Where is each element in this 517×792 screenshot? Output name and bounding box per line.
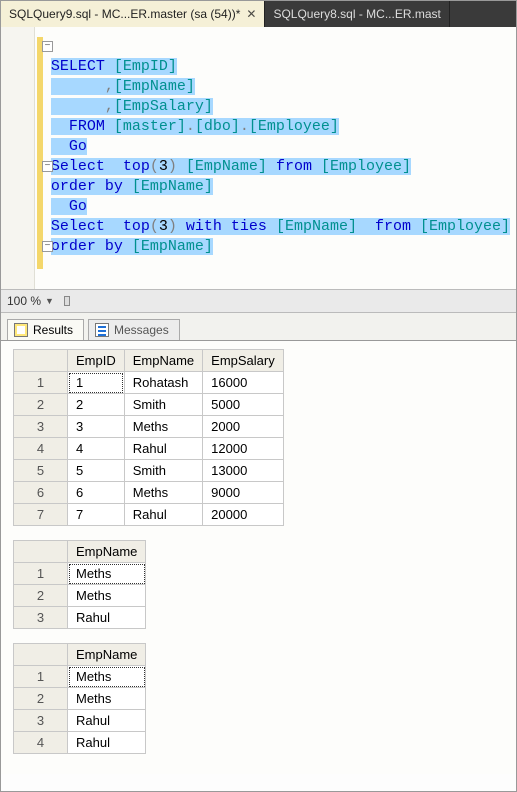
col-header[interactable]: EmpName [68,644,146,666]
cell[interactable]: 4 [68,438,125,460]
row-number: 2 [14,585,68,607]
zoom-bar: 100 % ▼ [1,289,516,313]
cell[interactable]: 5 [68,460,125,482]
col-header[interactable]: EmpSalary [203,350,284,372]
cell[interactable]: Meths [68,688,146,710]
chevron-down-icon[interactable]: ▼ [45,296,54,306]
row-number: 1 [14,563,68,585]
results-tab-bar: Results Messages [1,313,516,341]
code-area[interactable]: SELECT [EmpID] ,[EmpName] ,[EmpSalary] F… [35,27,516,289]
table-row[interactable]: 2Meths [14,585,146,607]
fold-icon[interactable]: − [42,161,53,172]
tab-label: Messages [114,323,169,337]
header-row: EmpName [14,644,146,666]
row-number: 1 [14,666,68,688]
table-row[interactable]: 3Rahul [14,607,146,629]
header-row: EmpName [14,541,146,563]
result-grid-3[interactable]: EmpName 1Meths 2Meths 3Rahul 4Rahul [13,643,146,754]
fold-icon[interactable]: − [42,41,53,52]
editor-gutter [1,27,35,289]
change-indicator [37,37,43,269]
table-row[interactable]: 2Meths [14,688,146,710]
cell[interactable]: 3 [68,416,125,438]
row-number: 3 [14,710,68,732]
cell[interactable]: Meths [68,666,146,688]
col-header[interactable]: EmpID [68,350,125,372]
results-pane[interactable]: EmpID EmpName EmpSalary 11Rohatash16000 … [1,341,516,774]
corner-cell [14,644,68,666]
row-number: 6 [14,482,68,504]
row-number: 2 [14,688,68,710]
messages-icon [95,323,109,337]
cell[interactable]: Rahul [124,504,202,526]
cell[interactable]: Rohatash [124,372,202,394]
tab-label: Results [33,323,73,337]
corner-cell [14,350,68,372]
cell[interactable]: 12000 [203,438,284,460]
table-row[interactable]: 44Rahul12000 [14,438,284,460]
table-row[interactable]: 3Rahul [14,710,146,732]
grid-icon [14,323,28,337]
file-tab-inactive[interactable]: SQLQuery8.sql - MC...ER.mast [265,1,449,27]
row-number: 3 [14,416,68,438]
scroll-left-icon[interactable] [64,296,70,306]
table-row[interactable]: 1Meths [14,563,146,585]
row-number: 5 [14,460,68,482]
cell[interactable]: 5000 [203,394,284,416]
cell[interactable]: 6 [68,482,125,504]
table-row[interactable]: 11Rohatash16000 [14,372,284,394]
col-header[interactable]: EmpName [124,350,202,372]
cell[interactable]: Smith [124,460,202,482]
row-number: 4 [14,732,68,754]
sql-editor[interactable]: − − − SELECT [EmpID] ,[EmpName] ,[EmpSal… [1,27,516,289]
table-row[interactable]: 77Rahul20000 [14,504,284,526]
cell[interactable]: Rahul [68,732,146,754]
cell[interactable]: Meths [124,416,202,438]
cell[interactable]: Rahul [124,438,202,460]
tab-messages[interactable]: Messages [88,319,180,340]
table-row[interactable]: 1Meths [14,666,146,688]
cell[interactable]: 2000 [203,416,284,438]
close-icon[interactable]: ✕ [246,7,256,21]
table-row[interactable]: 22Smith5000 [14,394,284,416]
cell[interactable]: 9000 [203,482,284,504]
table-row[interactable]: 55Smith13000 [14,460,284,482]
table-row[interactable]: 4Rahul [14,732,146,754]
result-grid-2[interactable]: EmpName 1Meths 2Meths 3Rahul [13,540,146,629]
fold-icon[interactable]: − [42,241,53,252]
table-row[interactable]: 33Meths2000 [14,416,284,438]
row-number: 2 [14,394,68,416]
row-number: 7 [14,504,68,526]
row-number: 1 [14,372,68,394]
cell[interactable]: 20000 [203,504,284,526]
row-number: 4 [14,438,68,460]
row-number: 3 [14,607,68,629]
cell[interactable]: Rahul [68,607,146,629]
file-tab-bar: SQLQuery9.sql - MC...ER.master (sa (54))… [1,1,516,27]
file-tab-label: SQLQuery9.sql - MC...ER.master (sa (54))… [9,7,240,21]
cell[interactable]: Meths [68,585,146,607]
cell[interactable]: 7 [68,504,125,526]
cell[interactable]: 13000 [203,460,284,482]
cell[interactable]: Meths [124,482,202,504]
file-tab-active[interactable]: SQLQuery9.sql - MC...ER.master (sa (54))… [1,1,265,27]
cell[interactable]: 2 [68,394,125,416]
cell[interactable]: 1 [68,372,125,394]
header-row: EmpID EmpName EmpSalary [14,350,284,372]
cell[interactable]: 16000 [203,372,284,394]
table-row[interactable]: 66Meths9000 [14,482,284,504]
col-header[interactable]: EmpName [68,541,146,563]
zoom-level[interactable]: 100 % [7,294,41,308]
file-tab-label: SQLQuery8.sql - MC...ER.mast [273,7,440,21]
cell[interactable]: Smith [124,394,202,416]
cell[interactable]: Rahul [68,710,146,732]
tab-results[interactable]: Results [7,319,84,340]
cell[interactable]: Meths [68,563,146,585]
result-grid-1[interactable]: EmpID EmpName EmpSalary 11Rohatash16000 … [13,349,284,526]
corner-cell [14,541,68,563]
